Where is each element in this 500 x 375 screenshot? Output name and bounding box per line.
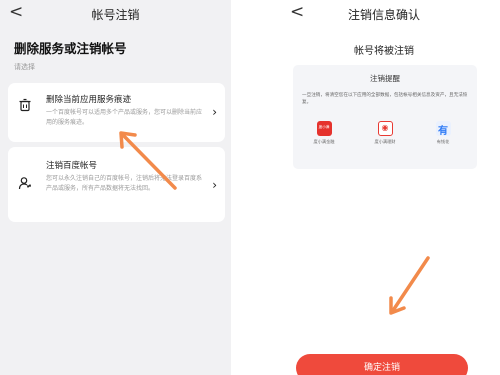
option-description: 一个百度帐号可以适用多个产品或服务，您可以删除当前应用的服务痕迹。 xyxy=(46,109,203,126)
left-screen: < 帐号注销 删除服务或注销帐号 请选择 删除当前应用服务痕迹 一个百度帐号可以… xyxy=(0,0,231,375)
page-title: 注销信息确认 xyxy=(347,8,420,22)
app-item: 有 有钱花 xyxy=(425,121,461,145)
reminder-title: 注销提醒 xyxy=(370,74,400,83)
cancel-account-option[interactable]: 注销百度帐号 您可以永久注销自己的百度帐号，注销后将无法登录百度系产品或服务，所… xyxy=(8,147,225,222)
option-title: 注销百度帐号 xyxy=(46,161,98,171)
confirm-cancel-button[interactable]: 确定注销 xyxy=(296,354,468,375)
app-item: ◉ 度小满理财 xyxy=(367,121,403,145)
reminder-panel: 注销提醒 一旦注销，将清空您在以下应用的全部数据，包括帐号相关信息及资产，且无法… xyxy=(293,65,477,169)
right-screen: < 注销信息确认 帐号将被注销 注销提醒 一旦注销，将清空您在以下应用的全部数据… xyxy=(268,0,500,375)
page-title: 帐号注销 xyxy=(91,8,140,22)
app-label: 有钱花 xyxy=(436,139,450,144)
youqianhua-icon: 有 xyxy=(435,121,451,137)
trash-icon xyxy=(19,98,31,112)
app-label: 度小满金融 xyxy=(313,139,335,144)
chevron-right-icon: › xyxy=(212,105,217,119)
section-heading: 删除服务或注销帐号 xyxy=(14,41,127,56)
chevron-right-icon: › xyxy=(212,178,217,192)
confirm-heading: 帐号将被注销 xyxy=(354,46,414,57)
nav-bar: < 帐号注销 xyxy=(0,0,231,28)
section-subheading: 请选择 xyxy=(14,63,35,71)
option-title: 删除当前应用服务痕迹 xyxy=(46,95,132,105)
option-description: 您可以永久注销自己的百度帐号，注销后将无法登录百度系产品或服务，所有产品数据将无… xyxy=(46,175,203,192)
duxiaoman-icon: 度小满 xyxy=(316,121,332,136)
reminder-text: 一旦注销，将清空您在以下应用的全部数据，包括帐号相关信息及资产，且无法恢复。 xyxy=(302,93,468,105)
app-label: 度小满理财 xyxy=(374,139,396,144)
delete-service-option[interactable]: 删除当前应用服务痕迹 一个百度帐号可以适用多个产品或服务，您可以删除当前应用的服… xyxy=(8,83,225,142)
licai-icon: ◉ xyxy=(377,121,393,136)
user-remove-icon xyxy=(18,177,31,190)
app-item: 度小满 度小满金融 xyxy=(306,121,342,145)
